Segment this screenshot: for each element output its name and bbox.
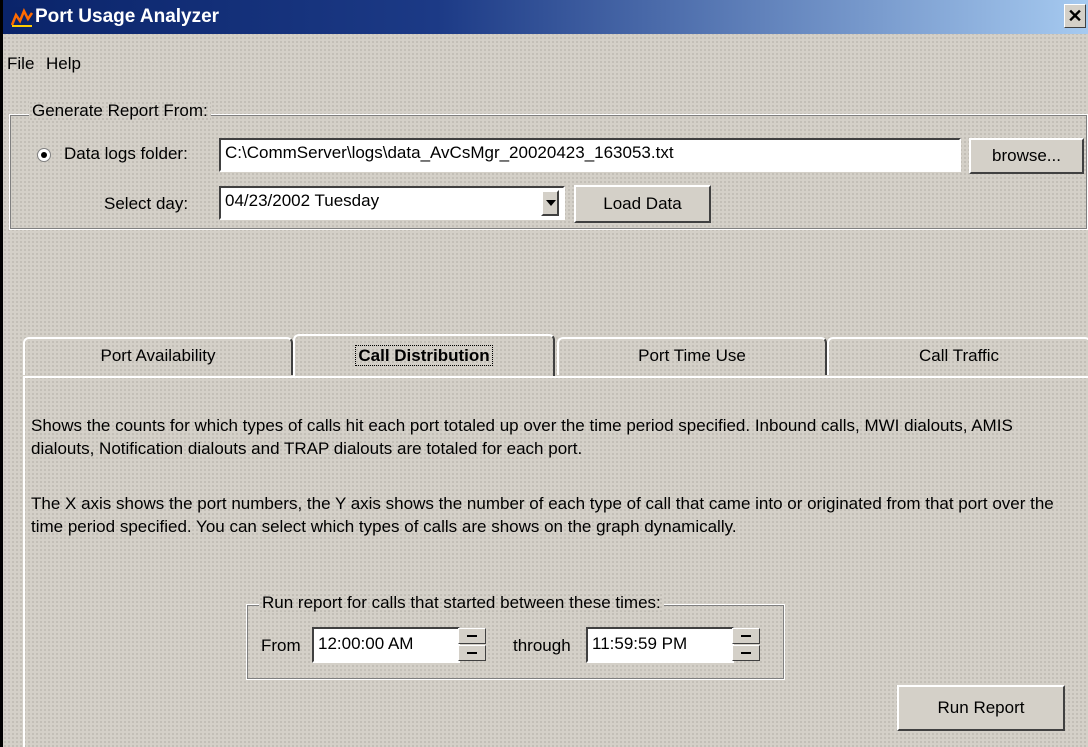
through-label: through — [513, 636, 571, 655]
close-icon: ✕ — [1067, 6, 1083, 26]
data-logs-radio[interactable] — [37, 148, 51, 162]
from-time-spinner[interactable] — [458, 628, 486, 662]
load-data-button[interactable]: Load Data — [574, 185, 711, 223]
run-report-button[interactable]: Run Report — [897, 685, 1065, 731]
browse-button[interactable]: browse... — [969, 138, 1084, 174]
window-title: Port Usage Analyzer — [35, 6, 220, 27]
from-label: From — [261, 636, 301, 655]
chevron-down-icon[interactable] — [541, 190, 559, 216]
through-time-spinner[interactable] — [732, 628, 760, 662]
tab-call-distribution[interactable]: Call Distribution — [293, 334, 555, 376]
title-bar[interactable]: Port Usage Analyzer ✕ — [3, 0, 1088, 34]
tab-call-traffic[interactable]: Call Traffic — [827, 337, 1088, 375]
menu-file[interactable]: File — [7, 54, 34, 74]
from-time-field[interactable]: 12:00:00 AM — [312, 627, 460, 663]
close-button[interactable]: ✕ — [1064, 4, 1086, 28]
description-paragraph-1: Shows the counts for which types of call… — [31, 416, 1013, 458]
description-paragraph-2: The X axis shows the port numbers, the Y… — [31, 494, 1054, 536]
tab-label: Call Distribution — [355, 345, 493, 366]
spin-up-icon[interactable] — [732, 628, 760, 644]
tab-label: Port Time Use — [638, 346, 746, 365]
spin-down-icon[interactable] — [458, 645, 486, 661]
spin-down-icon[interactable] — [732, 645, 760, 661]
select-day-dropdown[interactable]: 04/23/2002 Tuesday — [219, 186, 565, 220]
tab-port-availability[interactable]: Port Availability — [23, 337, 293, 375]
tab-label: Port Availability — [100, 346, 216, 365]
spin-up-icon[interactable] — [458, 628, 486, 644]
time-range-legend: Run report for calls that started betwee… — [259, 593, 664, 613]
tab-label: Call Traffic — [919, 346, 999, 365]
menu-help[interactable]: Help — [46, 54, 81, 74]
app-chart-icon — [11, 7, 33, 27]
through-time-field[interactable]: 11:59:59 PM — [586, 627, 734, 663]
select-day-value: 04/23/2002 Tuesday — [225, 191, 380, 210]
data-logs-path-field[interactable]: C:\CommServer\logs\data_AvCsMgr_20020423… — [219, 138, 961, 172]
generate-report-legend: Generate Report From: — [29, 101, 211, 121]
tab-port-time-use[interactable]: Port Time Use — [557, 337, 827, 375]
app-window: Port Usage Analyzer ✕ File Help Generate… — [0, 0, 1088, 747]
data-logs-label: Data logs folder: — [64, 144, 188, 163]
select-day-label: Select day: — [104, 194, 189, 213]
